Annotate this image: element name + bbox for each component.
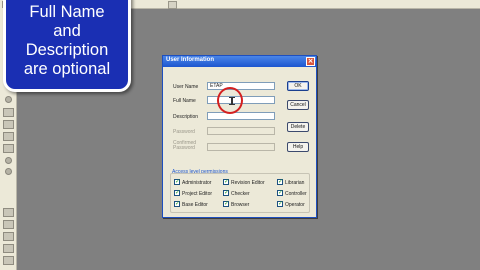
help-button[interactable]: Help	[287, 142, 309, 152]
browser-label: Browser	[231, 202, 250, 208]
tool-icon[interactable]	[3, 232, 14, 241]
close-icon[interactable]: ×	[306, 57, 315, 66]
tool-icon[interactable]	[3, 220, 14, 229]
tool-icon[interactable]	[5, 96, 12, 103]
toolbar-button[interactable]	[168, 1, 177, 9]
user-name-field[interactable]: ETAP	[207, 82, 275, 90]
confirmed-password-field	[207, 143, 275, 151]
delete-button[interactable]: Delete	[287, 122, 309, 132]
operator-label: Operator	[285, 202, 305, 208]
annotation-callout: Full Name and Description are optional	[3, 0, 131, 92]
description-field[interactable]	[207, 112, 275, 120]
tool-icon[interactable]	[3, 120, 14, 129]
controller-checkbox[interactable]: ✓	[277, 190, 283, 196]
revision-editor-checkbox[interactable]: ✓	[223, 179, 229, 185]
tool-icon[interactable]	[3, 132, 14, 141]
tool-icon[interactable]	[3, 208, 14, 217]
browser-checkbox[interactable]: ✓	[223, 201, 229, 207]
checker-label: Checker	[231, 191, 250, 197]
base-editor-label: Base Editor	[182, 202, 208, 208]
ok-button[interactable]: OK	[287, 81, 309, 91]
base-editor-checkbox[interactable]: ✓	[174, 201, 180, 207]
project-editor-checkbox[interactable]: ✓	[174, 190, 180, 196]
checker-checkbox[interactable]: ✓	[223, 190, 229, 196]
user-information-dialog: User Information × User Name ETAP Full N…	[162, 55, 317, 218]
dialog-title: User Information	[166, 57, 215, 63]
callout-line: Description	[25, 41, 109, 59]
cancel-button[interactable]: Cancel	[287, 100, 309, 110]
tool-icon[interactable]	[3, 244, 14, 253]
callout-line: and	[53, 22, 81, 40]
callout-line: Full Name	[29, 3, 105, 21]
tool-icon[interactable]	[3, 256, 14, 265]
librarian-checkbox[interactable]: ✓	[277, 179, 283, 185]
librarian-label: Librarian	[285, 180, 305, 186]
password-label: Password	[173, 129, 195, 135]
callout-line: are optional	[23, 60, 111, 78]
password-field	[207, 127, 275, 135]
revision-editor-label: Revision Editor	[231, 180, 265, 186]
administrator-checkbox[interactable]: ✓	[174, 179, 180, 185]
tool-icon[interactable]	[3, 108, 14, 117]
administrator-label: Administrator	[182, 180, 212, 186]
full-name-label: Full Name	[173, 98, 196, 104]
operator-checkbox[interactable]: ✓	[277, 201, 283, 207]
tool-icon[interactable]	[3, 144, 14, 153]
user-name-label: User Name	[173, 84, 199, 90]
text-cursor-icon	[229, 97, 235, 105]
confirmed-password-label: Confirmed Password	[173, 140, 197, 151]
controller-label: Controller	[285, 191, 307, 197]
project-editor-label: Project Editor	[182, 191, 213, 197]
dialog-titlebar[interactable]: User Information ×	[163, 56, 316, 67]
highlight-ring	[217, 87, 243, 114]
tool-icon[interactable]	[5, 157, 12, 164]
tool-icon[interactable]	[5, 168, 12, 175]
description-label: Description	[173, 114, 199, 120]
